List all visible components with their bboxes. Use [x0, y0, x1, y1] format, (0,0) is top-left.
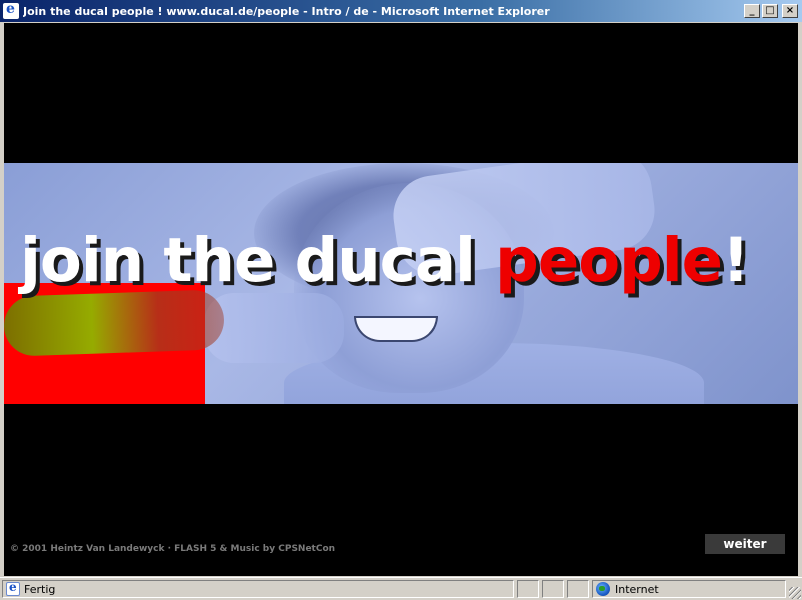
minimize-button[interactable]: _	[744, 4, 760, 18]
status-pane: Fertig	[2, 580, 514, 598]
headline-exclamation: !	[722, 225, 750, 296]
copyright-text: © 2001 Heintz Van Landewyck · FLASH 5 & …	[10, 544, 336, 554]
resize-grip-icon[interactable]	[789, 587, 801, 599]
intro-banner: join the ducal people!	[4, 163, 798, 404]
ie-icon[interactable]	[3, 1, 19, 19]
status-pane-empty	[542, 580, 564, 598]
security-zone-pane[interactable]: Internet	[592, 580, 786, 598]
headline-text: join the ducal	[20, 225, 496, 296]
window-controls: _ □ ×	[744, 4, 798, 18]
status-pane-empty	[517, 580, 539, 598]
maximize-button[interactable]: □	[762, 4, 778, 18]
zone-text: Internet	[615, 582, 659, 596]
headline: join the ducal people!	[20, 225, 750, 296]
globe-icon	[596, 582, 610, 596]
banner-photo-smile	[354, 316, 438, 342]
window-title: Join the ducal people ! www.ducal.de/peo…	[23, 4, 550, 18]
banner-photo-hand-overlay	[4, 289, 225, 357]
page-icon	[6, 580, 20, 596]
status-bar: Fertig Internet	[0, 577, 802, 600]
banner-photo-hand-left	[204, 293, 344, 363]
headline-highlight: people	[495, 225, 723, 296]
close-button[interactable]: ×	[782, 4, 798, 18]
title-bar: Join the ducal people ! www.ducal.de/peo…	[0, 0, 802, 22]
status-pane-empty	[567, 580, 589, 598]
flash-content-area[interactable]: join the ducal people! © 2001 Heintz Van…	[4, 23, 798, 576]
weiter-button[interactable]: weiter	[705, 534, 785, 554]
status-text: Fertig	[24, 582, 56, 596]
